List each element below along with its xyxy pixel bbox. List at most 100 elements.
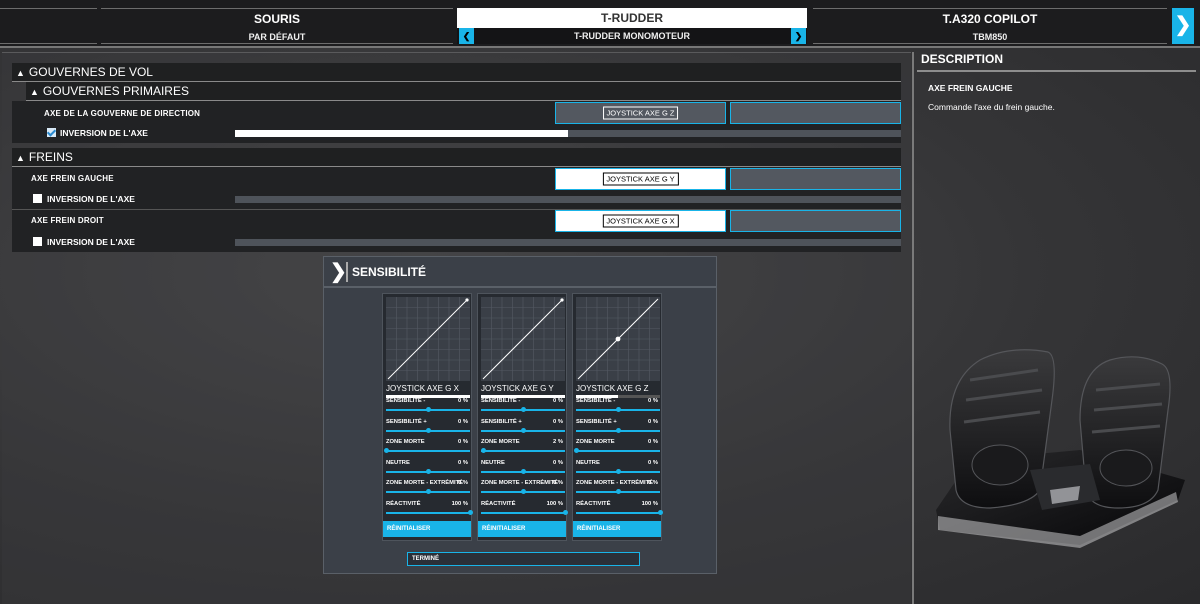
parameter-value: 2 % bbox=[553, 439, 563, 445]
reset-button[interactable]: RÉINITIALISER bbox=[383, 521, 471, 537]
parameter-label: RÉACTIVITÉ bbox=[576, 501, 611, 507]
invert-axis-label: INVERSION DE L'AXE bbox=[47, 237, 135, 247]
parameter-label: SENSIBILITÉ + bbox=[576, 419, 617, 425]
axis-input-bar bbox=[235, 239, 901, 246]
device-tab-t-rudder[interactable]: T-RUDDER ❮ T-RUDDER MONOMOTEUR ❯ bbox=[457, 8, 807, 44]
slider-handle[interactable] bbox=[521, 489, 526, 494]
primary-key-slot[interactable]: JOYSTICK AXE G X bbox=[555, 210, 726, 232]
parameter-label: RÉACTIVITÉ bbox=[386, 501, 421, 507]
sensitivity-parameter: ZONE MORTE 2 % bbox=[480, 439, 565, 459]
parameter-value: 100 % bbox=[546, 501, 563, 507]
key-binding: JOYSTICK AXE G X bbox=[602, 214, 679, 228]
secondary-key-slot[interactable] bbox=[730, 168, 901, 190]
slider-handle[interactable] bbox=[563, 510, 568, 515]
binding-label: AXE FREIN DROIT bbox=[31, 216, 104, 225]
panel-divider bbox=[912, 52, 914, 604]
axis-name: JOYSTICK AXE G X bbox=[386, 384, 459, 393]
sensitivity-parameter: ZONE MORTE 0 % bbox=[574, 439, 660, 459]
section-flight-controls[interactable]: ▲ GOUVERNES DE VOL bbox=[12, 63, 901, 81]
slider-handle[interactable] bbox=[426, 428, 431, 433]
primary-key-slot[interactable]: JOYSTICK AXE G Y bbox=[555, 168, 726, 190]
sensitivity-parameter: SENSIBILITÉ + 0 % bbox=[576, 419, 660, 439]
parameter-label: NEUTRE bbox=[481, 460, 505, 466]
parameter-value: 0 % bbox=[458, 419, 468, 425]
slider-handle[interactable] bbox=[658, 510, 663, 515]
axis-sensitivity-card: JOYSTICK AXE G X SENSIBILITÉ - 0 % SENSIBIL… bbox=[382, 293, 473, 541]
device-name: T-RUDDER bbox=[457, 8, 807, 28]
sensitivity-dialog: ❯ SENSIBILITÉ JOYSTICK AXE G X SENSIBILIT… bbox=[323, 256, 717, 574]
slider-track[interactable] bbox=[481, 450, 565, 452]
description-divider bbox=[917, 70, 1196, 72]
axis-input-bar bbox=[235, 130, 901, 137]
parameter-value: 0 % bbox=[553, 480, 563, 486]
invert-axis-checkbox[interactable] bbox=[47, 128, 56, 137]
key-binding: JOYSTICK AXE G Z bbox=[602, 106, 679, 120]
key-binding: JOYSTICK AXE G Y bbox=[602, 172, 679, 186]
section-title: GOUVERNES DE VOL bbox=[28, 65, 153, 79]
section-primary-controls[interactable]: ▲ GOUVERNES PRIMAIRES bbox=[26, 82, 901, 100]
slider-handle[interactable] bbox=[480, 448, 486, 453]
reset-button[interactable]: RÉINITIALISER bbox=[478, 521, 566, 537]
slider-handle[interactable] bbox=[426, 489, 431, 494]
binding-row-left-brake: AXE FREIN GAUCHE JOYSTICK AXE G Y INVERS… bbox=[12, 167, 901, 209]
sensitivity-parameter: ZONE MORTE 0 % bbox=[384, 439, 470, 459]
parameter-label: ZONE MORTE - EXTRÉMITÉ bbox=[481, 480, 558, 486]
slider-handle[interactable] bbox=[384, 448, 389, 453]
slider-handle[interactable] bbox=[616, 428, 621, 433]
slider-handle[interactable] bbox=[468, 510, 473, 515]
section-title: GOUVERNES PRIMAIRES bbox=[42, 84, 189, 98]
slider-handle[interactable] bbox=[426, 407, 431, 412]
slider-handle[interactable] bbox=[521, 407, 526, 412]
axis-sensitivity-card: JOYSTICK AXE G Y SENSIBILITÉ -0 % SENSIBIL… bbox=[477, 293, 568, 541]
chevron-left-icon[interactable]: ❮ bbox=[459, 28, 474, 44]
slider-handle[interactable] bbox=[521, 428, 526, 433]
chevron-right-icon[interactable]: ❯ bbox=[791, 28, 806, 44]
parameter-value: 0 % bbox=[553, 460, 563, 466]
sensitivity-parameter: SENSIBILITÉ - 0 % bbox=[576, 398, 660, 418]
slider-handle[interactable] bbox=[616, 407, 621, 412]
slider-track[interactable] bbox=[481, 512, 565, 514]
parameter-value: 0 % bbox=[648, 419, 658, 425]
slider-track[interactable] bbox=[386, 450, 470, 452]
device-tab-bar: SOURIS PAR DÉFAUT T-RUDDER ❮ T-RUDDER MO… bbox=[0, 0, 1200, 46]
slider-handle[interactable] bbox=[574, 448, 579, 453]
slider-track[interactable] bbox=[386, 512, 470, 514]
parameter-label: ZONE MORTE bbox=[386, 439, 425, 445]
invert-axis-checkbox[interactable] bbox=[33, 237, 42, 246]
sensitivity-parameter: RÉACTIVITÉ 100 % bbox=[576, 501, 663, 521]
parameter-value: 0 % bbox=[648, 480, 658, 486]
parameter-value: 100 % bbox=[451, 501, 468, 507]
next-device-button[interactable]: ❯ bbox=[1172, 8, 1194, 44]
device-name: SOURIS bbox=[253, 12, 300, 26]
sensitivity-parameter: NEUTRE 0 % bbox=[576, 460, 660, 480]
slider-handle[interactable] bbox=[426, 469, 431, 474]
tab-bar-edge bbox=[0, 8, 97, 44]
parameter-value: 0 % bbox=[648, 460, 658, 466]
secondary-key-slot[interactable] bbox=[730, 210, 901, 232]
slider-track[interactable] bbox=[576, 512, 660, 514]
section-brakes[interactable]: ▲ FREINS bbox=[12, 148, 901, 166]
description-text: Commande l'axe du frein gauche. bbox=[928, 102, 1055, 112]
done-button[interactable]: TERMINÉ bbox=[407, 552, 640, 566]
sensitivity-parameter: RÉACTIVITÉ 100 % bbox=[481, 501, 568, 521]
slider-handle[interactable] bbox=[616, 489, 621, 494]
device-tab-mouse[interactable]: SOURIS PAR DÉFAUT bbox=[101, 8, 453, 44]
device-preset-selector[interactable]: ❮ T-RUDDER MONOMOTEUR ❯ bbox=[457, 28, 807, 44]
chevron-right-icon: ❯ bbox=[330, 261, 347, 283]
primary-key-slot[interactable]: JOYSTICK AXE G Z bbox=[555, 102, 726, 124]
slider-handle[interactable] bbox=[521, 469, 526, 474]
parameter-label: SENSIBILITÉ - bbox=[386, 398, 426, 404]
reset-button[interactable]: RÉINITIALISER bbox=[573, 521, 661, 537]
chevron-up-icon: ▲ bbox=[16, 68, 25, 78]
slider-track[interactable] bbox=[576, 450, 660, 452]
secondary-key-slot[interactable] bbox=[730, 102, 901, 124]
slider-handle[interactable] bbox=[616, 469, 621, 474]
parameter-label: RÉACTIVITÉ bbox=[481, 501, 516, 507]
device-tab-copilot[interactable]: T.A320 COPILOT TBM850 bbox=[813, 8, 1167, 44]
parameter-label: SENSIBILITÉ + bbox=[481, 419, 522, 425]
parameter-value: 0 % bbox=[458, 398, 468, 404]
invert-axis-checkbox[interactable] bbox=[33, 194, 42, 203]
parameter-label: SENSIBILITÉ + bbox=[386, 419, 427, 425]
response-curve-graph bbox=[576, 297, 660, 381]
device-preset: PAR DÉFAUT bbox=[248, 32, 306, 42]
